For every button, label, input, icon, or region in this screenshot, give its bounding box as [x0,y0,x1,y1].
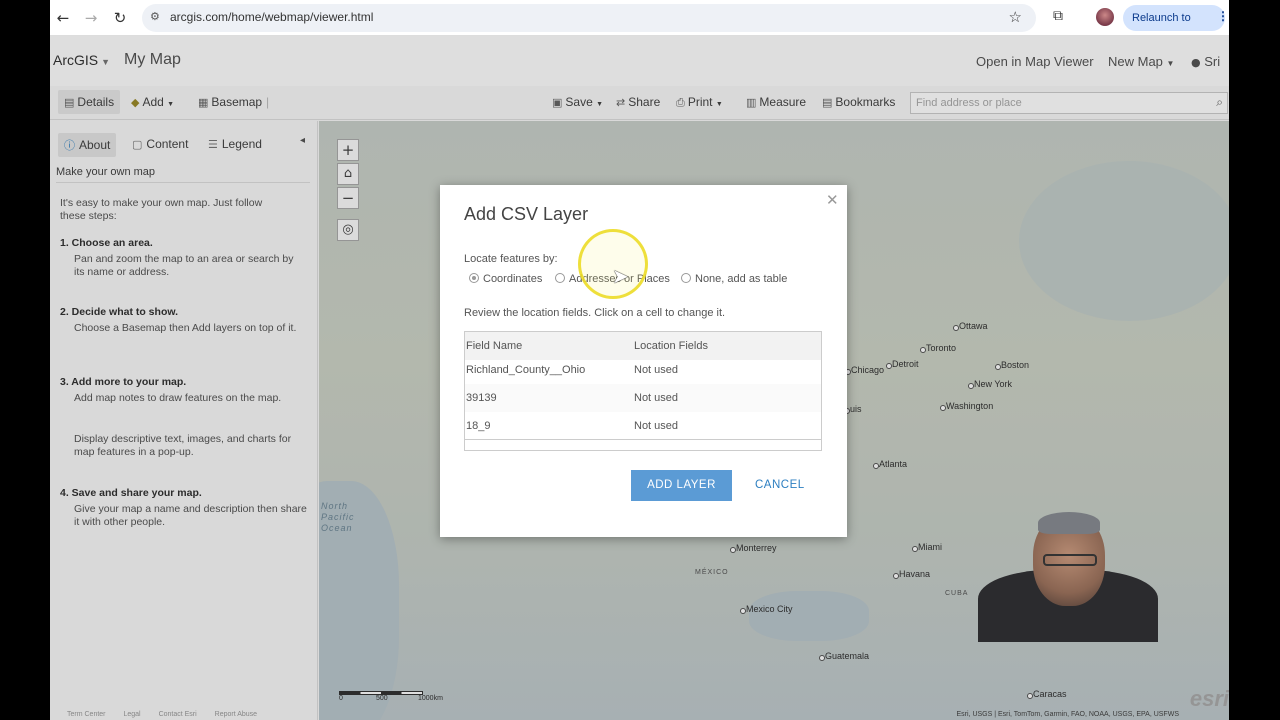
address-bar[interactable]: ⚙ arcgis.com/home/webmap/viewer.html ☆ [142,4,1036,32]
column-header: Field Name [466,340,523,352]
presenter-hair [1038,512,1100,534]
radio-label: None, add as table [695,273,788,285]
cancel-button[interactable]: CANCEL [755,470,805,501]
location-field-cell[interactable]: Not used [634,364,678,376]
field-name-cell: Richland_County__Ohio [466,364,586,376]
extensions-icon[interactable]: ⧉ [1053,8,1063,24]
field-name-cell: 18_9 [466,420,491,432]
site-info-icon[interactable]: ⚙ [150,10,160,23]
mouse-pointer-icon: ➤ [612,264,629,288]
radio-unchecked-icon [555,273,565,283]
location-field-cell[interactable]: Not used [634,392,678,404]
locate-features-label: Locate features by: [464,253,558,265]
reload-icon[interactable]: ↻ [110,8,130,28]
arcgis-app: ArcGIS ▼ My Map Open in Map Viewer New Ma… [50,36,1229,720]
bookmark-star-icon[interactable]: ☆ [1009,8,1022,26]
table-row[interactable]: 18_9 Not used [465,412,821,440]
add-layer-button[interactable]: ADD LAYER [631,470,732,501]
review-instructions: Review the location fields. Click on a c… [464,307,726,319]
location-field-cell[interactable]: Not used [634,420,678,432]
field-name-cell: 39139 [466,392,497,404]
radio-coordinates[interactable]: Coordinates [469,273,542,285]
url-text[interactable]: arcgis.com/home/webmap/viewer.html [170,10,373,24]
profile-avatar[interactable] [1096,8,1114,26]
radio-none-table[interactable]: None, add as table [681,273,787,285]
back-icon[interactable]: ← [53,8,73,28]
table-row[interactable]: Richland_County__Ohio Not used [465,356,821,384]
add-csv-layer-dialog: Add CSV Layer ✕ Locate features by: Coor… [440,185,847,537]
relaunch-button[interactable]: Relaunch to update [1123,5,1225,50]
close-icon[interactable]: ✕ [826,191,839,209]
location-fields-table: Field Name Location Fields Richland_Coun… [464,331,822,451]
table-row[interactable]: 39139 Not used [465,384,821,412]
radio-label: Coordinates [483,273,543,285]
radio-unchecked-icon [681,273,691,283]
browser-menu-icon[interactable]: ⋮ [1217,9,1229,23]
dialog-title: Add CSV Layer [464,204,589,224]
webcam-presenter [978,510,1158,642]
presenter-glasses [1043,554,1097,566]
table-scrollbar[interactable] [465,439,821,440]
column-header: Location Fields [634,340,708,352]
screen: ← → ↻ ⚙ arcgis.com/home/webmap/viewer.ht… [50,0,1229,720]
forward-icon[interactable]: → [81,8,101,28]
radio-checked-icon [469,273,479,283]
browser-toolbar: ← → ↻ ⚙ arcgis.com/home/webmap/viewer.ht… [50,0,1229,50]
